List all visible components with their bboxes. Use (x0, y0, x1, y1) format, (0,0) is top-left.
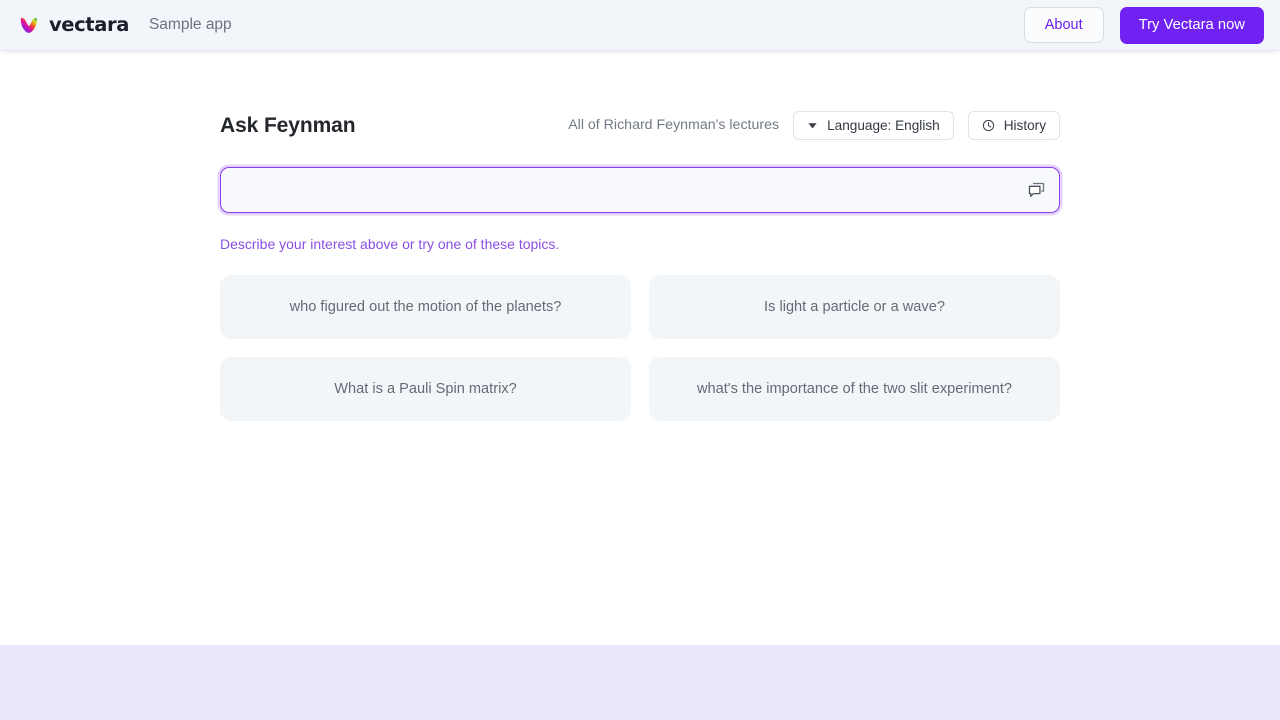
chat-bubbles-icon[interactable] (1025, 179, 1047, 201)
title-row-controls: All of Richard Feynman's lectures Langua… (568, 110, 1060, 140)
topic-card[interactable]: what's the importance of the two slit ex… (649, 357, 1060, 421)
header-actions: About Try Vectara now (1023, 6, 1264, 44)
chevron-down-icon (807, 120, 818, 131)
try-vectara-now-button[interactable]: Try Vectara now (1119, 6, 1264, 44)
about-button[interactable]: About (1023, 7, 1104, 43)
history-button-label: History (1003, 117, 1046, 133)
search-input[interactable] (235, 169, 1015, 211)
language-select-button[interactable]: Language: English (793, 110, 954, 140)
language-select-label: Language: English (827, 117, 940, 133)
topic-card[interactable]: who figured out the motion of the planet… (220, 275, 631, 339)
main-content: Ask Feynman All of Richard Feynman's lec… (220, 108, 1060, 421)
footer-band (0, 645, 1280, 720)
hint-text: Describe your interest above or try one … (220, 236, 560, 252)
topic-card[interactable]: Is light a particle or a wave? (649, 275, 1060, 339)
app-header: vectara Sample app About Try Vectara now (0, 0, 1280, 51)
topic-card[interactable]: What is a Pauli Spin matrix? (220, 357, 631, 421)
app-subtitle: Sample app (148, 16, 232, 34)
brand-name: vectara (49, 13, 129, 37)
page-title: Ask Feynman (220, 113, 356, 137)
brand-logo-link[interactable]: vectara (18, 14, 129, 36)
history-button[interactable]: History (967, 110, 1060, 140)
page-body: Ask Feynman All of Richard Feynman's lec… (0, 51, 1280, 645)
corpus-label: All of Richard Feynman's lectures (568, 116, 780, 133)
title-row: Ask Feynman All of Richard Feynman's lec… (220, 108, 1060, 142)
vectara-v-logo-icon (18, 14, 40, 36)
clock-icon (982, 119, 995, 132)
topic-suggestions: who figured out the motion of the planet… (220, 275, 1060, 421)
search-box[interactable] (220, 167, 1060, 213)
